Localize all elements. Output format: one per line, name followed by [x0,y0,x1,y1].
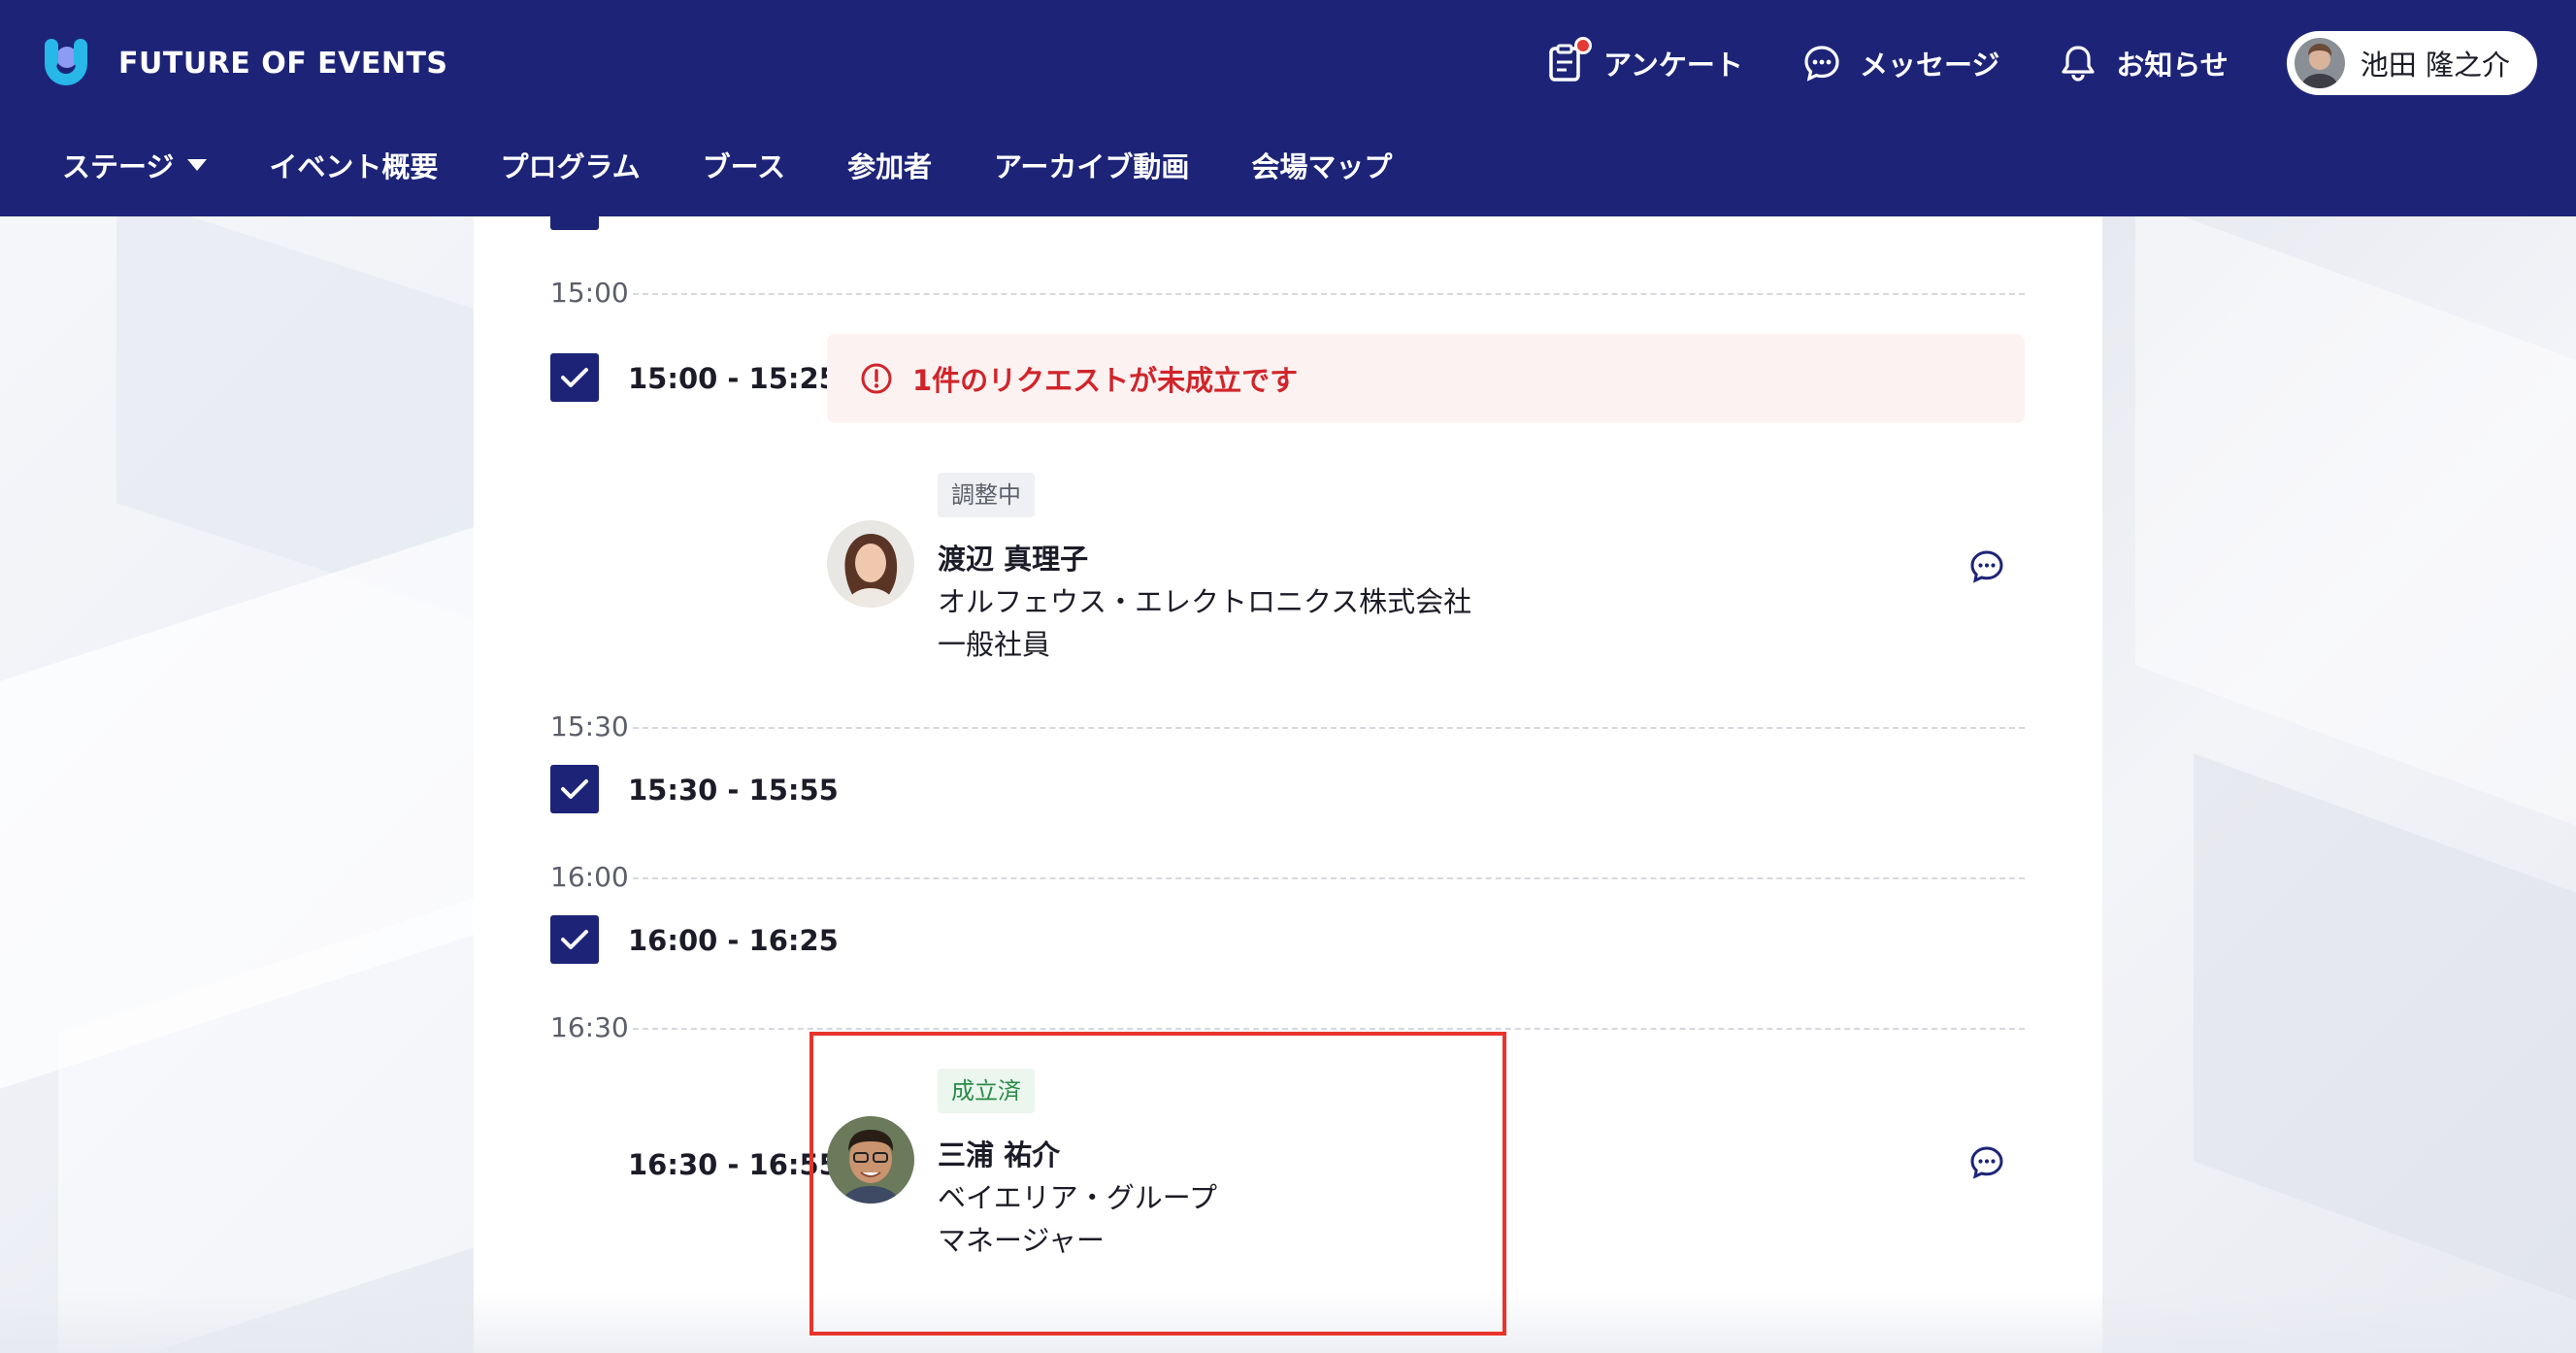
slot-checkbox[interactable] [550,353,599,402]
nav-venue-map[interactable]: 会場マップ [1251,145,1392,185]
time-label: 16:30 [550,1011,629,1043]
chat-bubble-icon[interactable] [1968,1144,2005,1181]
nav-event-overview[interactable]: イベント概要 [269,145,438,185]
time-divider [633,1028,2025,1030]
bell-icon [2058,43,2098,83]
user-avatar [2294,38,2345,88]
time-label: 15:30 [550,710,629,742]
check-icon [561,779,588,799]
notification-dot [1574,37,1593,54]
message-label: メッセージ [1859,49,2000,82]
user-name: 池田 隆之介 [2360,49,2510,82]
slot-checkbox[interactable] [550,915,599,964]
participant-name: 渡辺 真理子 [938,543,1089,576]
user-menu-button[interactable]: 池田 隆之介 [2286,31,2537,95]
message-icon [1801,43,1842,83]
alert-text: 1件のリクエストが未成立です [912,364,1299,397]
slot-checkbox[interactable] [550,765,599,813]
slot-range: 16:00 - 16:25 [628,924,839,957]
survey-button[interactable]: アンケート [1545,37,1743,83]
nav-booth[interactable]: ブース [703,145,786,185]
time-label: 16:00 [550,861,629,893]
notifications-label: お知らせ [2116,49,2229,82]
header-actions: アンケート メッセージ お知らせ 池田 隆之介 [1545,27,2576,99]
check-icon [561,930,588,949]
nav-program[interactable]: プログラム [500,145,640,185]
time-label: 15:00 [550,277,629,309]
slot-range: 15:30 - 15:55 [628,774,839,807]
request-alert: 1件のリクエストが未成立です [827,334,2025,423]
brand[interactable]: FUTURE OF EVENTS [39,31,448,95]
highlight-box [809,1032,1506,1336]
participant-title: 一般社員 [938,628,1051,661]
slot-range: 15:00 - 15:25 [628,362,839,395]
time-divider [633,727,2025,729]
main-nav: ステージ イベント概要 プログラム ブース 参加者 アーカイブ動画 会場マップ [62,136,1454,194]
brand-name: FUTURE OF EVENTS [118,46,448,81]
chat-bubble-icon[interactable] [1968,548,2005,585]
survey-icon [1545,37,1593,83]
nav-stage-label: ステージ [62,150,175,183]
app-header: FUTURE OF EVENTS アンケート メッセージ お知らせ 池田 隆之介… [0,0,2576,216]
nav-archive-videos[interactable]: アーカイブ動画 [994,145,1189,185]
participant-company: オルフェウス・エレクトロニクス株式会社 [938,585,1472,618]
participant-avatar[interactable] [827,520,914,608]
status-badge: 調整中 [938,473,1035,517]
message-button[interactable]: メッセージ [1801,43,1999,83]
survey-label: アンケート [1603,49,1743,82]
chevron-down-icon [187,159,208,171]
time-divider [633,293,2025,295]
nav-stage[interactable]: ステージ [62,145,208,185]
nav-participants[interactable]: 参加者 [847,145,932,185]
check-icon [561,368,588,387]
slot-range: 16:30 - 16:55 [628,1148,839,1181]
notifications-button[interactable]: お知らせ [2058,43,2229,83]
alert-circle-icon [860,362,893,395]
time-divider [633,877,2025,879]
brand-logo-icon [39,35,95,91]
